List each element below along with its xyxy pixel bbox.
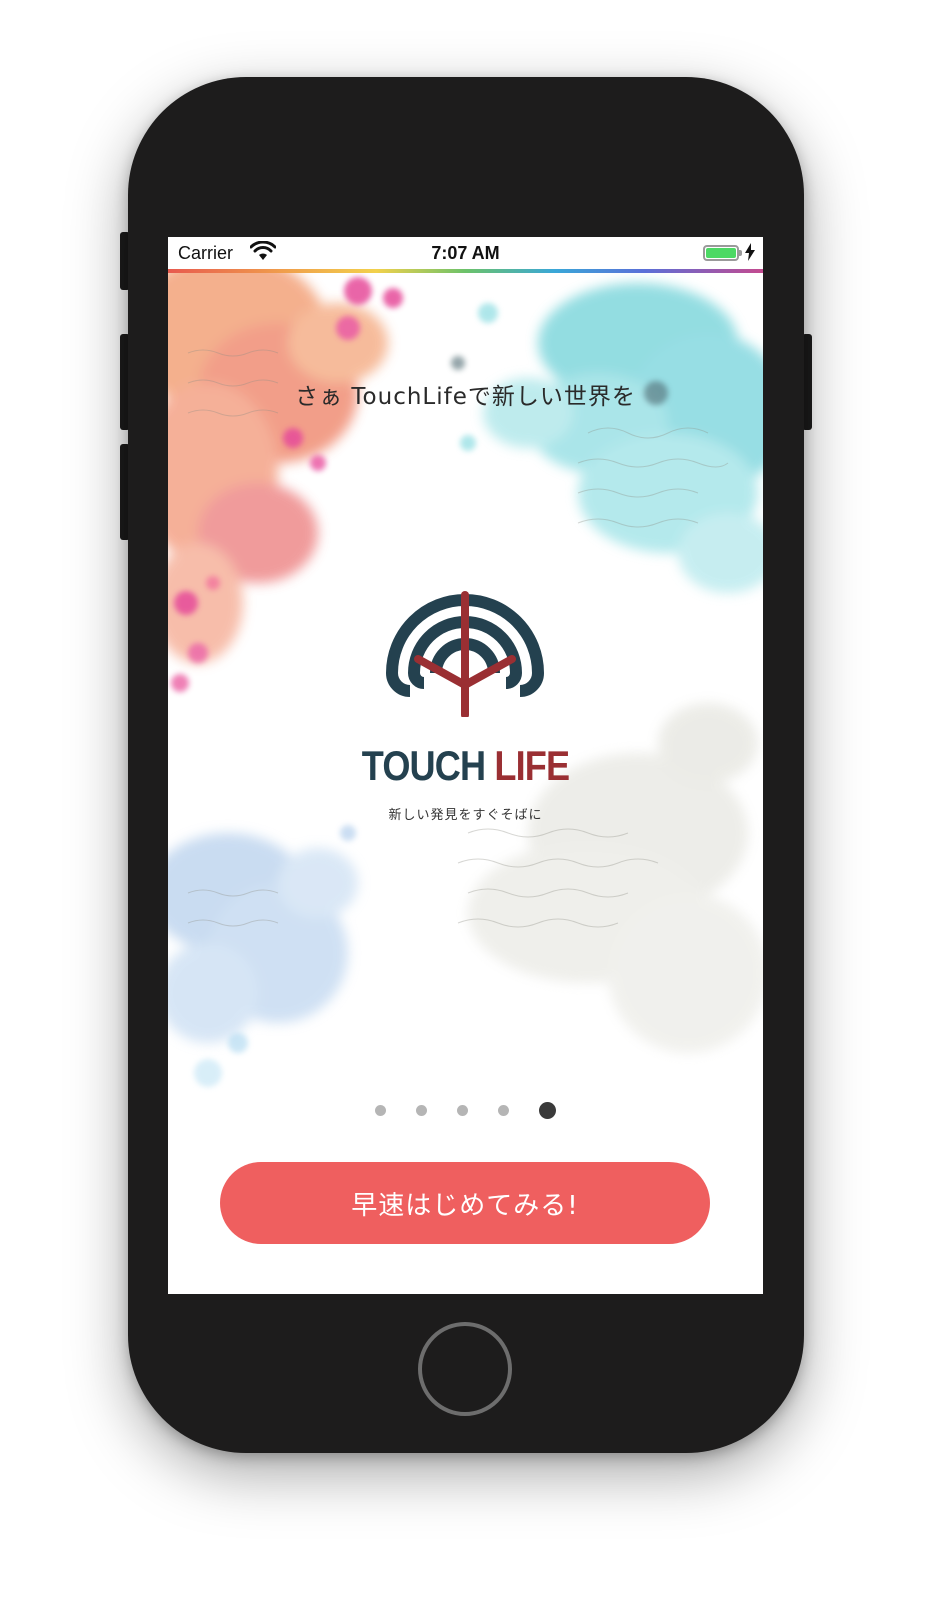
page-indicator (168, 1102, 763, 1119)
battery-icon (703, 245, 742, 261)
status-accent-strip (168, 269, 763, 273)
brand-tagline: 新しい発見をすぐそばに (388, 808, 543, 823)
brand-name-life: LIFE (494, 742, 570, 789)
device-stage: Carrier 7:07 AM さぁ TouchLifeで新しい世界を TOUC… (0, 0, 932, 1600)
start-now-button[interactable]: 早速はじめてみる! (220, 1162, 710, 1244)
status-bar: Carrier 7:07 AM (168, 237, 763, 269)
page-dot-1[interactable] (375, 1105, 386, 1116)
onboarding-headline: さぁ TouchLifeで新しい世界を (295, 384, 636, 410)
page-dot-3[interactable] (457, 1105, 468, 1116)
brand-wordmark: TOUCH LIFE (210, 742, 722, 790)
app-screen: Carrier 7:07 AM さぁ TouchLifeで新しい世界を TOUC… (168, 237, 763, 1294)
page-dot-4[interactable] (498, 1105, 509, 1116)
page-dot-5-active[interactable] (539, 1102, 556, 1119)
brand-name-touch: TOUCH (361, 742, 486, 789)
home-button[interactable] (418, 1322, 512, 1416)
page-dot-2[interactable] (416, 1105, 427, 1116)
charging-bolt-icon (745, 243, 755, 261)
touchlife-logo-icon (380, 591, 550, 717)
status-time: 7:07 AM (431, 243, 500, 263)
